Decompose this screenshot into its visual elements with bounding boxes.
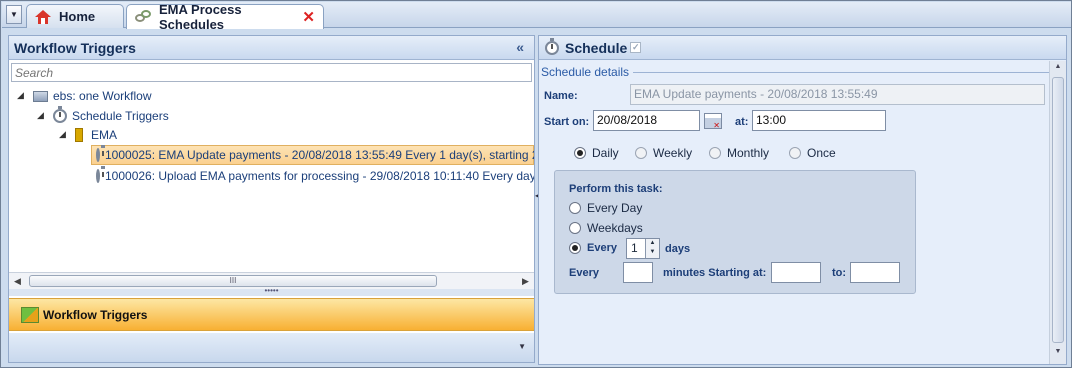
- radio-dot: [569, 202, 581, 214]
- radio-dot: [709, 147, 721, 159]
- scroll-thumb[interactable]: [1052, 77, 1064, 343]
- tree-node-ema[interactable]: EMA: [75, 125, 117, 145]
- tab-home-label: Home: [59, 9, 96, 24]
- close-icon[interactable]: ✕: [302, 8, 315, 26]
- tab-ema-label: EMA Process Schedules: [159, 2, 242, 32]
- tree-node-label: Schedule Triggers: [72, 109, 169, 123]
- start-time-field[interactable]: 13:00: [752, 110, 886, 131]
- radio-label: Daily: [592, 146, 619, 160]
- to-label: to:: [832, 267, 847, 279]
- radio-dot: [569, 242, 581, 254]
- tree-node-schedule-1000025[interactable]: 1000025: EMA Update payments - 20/08/201…: [91, 145, 534, 165]
- panel-splitter[interactable]: •••••: [9, 287, 534, 296]
- folder-icon: [75, 128, 83, 142]
- tree-node-schedule-triggers[interactable]: Schedule Triggers: [53, 106, 169, 126]
- panel-title: Schedule: [565, 39, 628, 56]
- tree-node-label: EMA: [91, 128, 118, 142]
- days-value: 1: [631, 241, 638, 255]
- group-title: Schedule details: [541, 65, 634, 79]
- name-field[interactable]: EMA Update payments - 20/08/2018 13:55:4…: [630, 84, 1045, 105]
- scroll-thumb[interactable]: III: [29, 275, 437, 287]
- checkbox-icon[interactable]: ✓: [630, 42, 642, 53]
- database-icon: [33, 90, 48, 102]
- tree-node-label: 1000026: Upload EMA payments for process…: [105, 169, 534, 183]
- tree-node-schedule-1000026[interactable]: 1000026: Upload EMA payments for process…: [91, 166, 534, 186]
- radio-weekly[interactable]: Weekly: [635, 146, 692, 160]
- app-window: ▼ Home EMA Process Schedules ✕ Workflow …: [0, 0, 1072, 368]
- vertical-scrollbar[interactable]: ▲ ▼: [1049, 61, 1066, 364]
- nav-label: Workflow Triggers: [43, 307, 148, 322]
- to-field[interactable]: [850, 262, 900, 283]
- radio-dot: [569, 222, 581, 234]
- radio-every-day[interactable]: Every Day: [569, 201, 642, 215]
- tab-ema-process-schedules[interactable]: EMA Process Schedules ✕: [126, 2, 324, 32]
- stopwatch-icon: [53, 106, 67, 123]
- scroll-up-icon[interactable]: ▲: [1052, 63, 1064, 75]
- radio-label: Weekdays: [587, 221, 643, 235]
- tree-node-label: 1000025: EMA Update payments - 20/08/201…: [105, 148, 534, 162]
- minutes-field[interactable]: [623, 262, 653, 283]
- tree-node-workflow[interactable]: ebs: one Workflow: [33, 86, 152, 106]
- scroll-down-icon[interactable]: ▼: [1052, 348, 1064, 360]
- tree-node-label: ebs: one Workflow: [53, 89, 152, 103]
- perform-task-box: Perform this task: Every Day Weekdays Ev…: [554, 170, 916, 294]
- panel-header: Schedule ✓: [539, 36, 1066, 60]
- chain-icon: [135, 9, 151, 26]
- radio-dot: [789, 147, 801, 159]
- radio-dot: [635, 147, 647, 159]
- expand-arrow-icon[interactable]: ◢: [37, 110, 44, 121]
- minutes-starting-label: minutes Starting at:: [663, 267, 767, 279]
- calendar-icon[interactable]: [704, 113, 722, 130]
- tab-home[interactable]: Home: [26, 4, 124, 28]
- start-on-label: Start on:: [544, 116, 590, 128]
- tab-list-dropdown[interactable]: ▼: [6, 5, 22, 24]
- stopwatch-icon: [96, 145, 105, 162]
- panel-header: Workflow Triggers «: [9, 36, 534, 60]
- radio-label: Once: [807, 146, 836, 160]
- radio-daily[interactable]: Daily: [574, 146, 619, 160]
- scroll-left-icon[interactable]: ◀: [10, 274, 25, 288]
- perform-task-label: Perform this task:: [569, 183, 663, 195]
- stepper-arrows-icon[interactable]: ▲ ▼: [645, 239, 659, 258]
- workflow-tree: ◢ ebs: one Workflow ◢ Schedule Triggers …: [9, 84, 534, 270]
- expand-arrow-icon[interactable]: ◢: [17, 90, 24, 101]
- collapse-panel-icon[interactable]: «: [516, 39, 524, 55]
- document-tab-strip: ▼ Home EMA Process Schedules ✕: [2, 2, 1071, 32]
- days-label: days: [665, 243, 691, 255]
- workflow-triggers-icon: [21, 306, 39, 323]
- group-divider: [631, 72, 1051, 73]
- radio-label: Weekly: [653, 146, 693, 160]
- search-input[interactable]: [11, 63, 532, 82]
- radio-weekdays[interactable]: Weekdays: [569, 221, 643, 235]
- workflow-triggers-panel: Workflow Triggers « ◢ ebs: one Workflow …: [8, 35, 535, 363]
- radio-label: Every: [587, 242, 617, 254]
- radio-label: Every Day: [587, 201, 643, 215]
- chevron-down-icon[interactable]: ▼: [518, 342, 526, 351]
- name-label: Name:: [544, 90, 578, 102]
- nav-workflow-triggers[interactable]: Workflow Triggers: [9, 298, 534, 331]
- panel-title: Workflow Triggers: [14, 39, 136, 56]
- radio-label: Monthly: [727, 146, 770, 160]
- expand-arrow-icon[interactable]: ◢: [59, 129, 66, 140]
- radio-dot: [574, 147, 586, 159]
- stopwatch-icon: [96, 166, 105, 183]
- radio-once[interactable]: Once: [789, 146, 836, 160]
- nav-pane-footer: ▼: [9, 333, 534, 362]
- home-icon: [35, 9, 51, 24]
- stopwatch-icon: [545, 37, 559, 55]
- starting-at-field[interactable]: [771, 262, 821, 283]
- radio-every-n-days[interactable]: Every: [569, 242, 617, 254]
- every-minutes-label: Every: [569, 267, 599, 279]
- days-stepper[interactable]: 1 ▲ ▼: [626, 238, 660, 259]
- start-date-field[interactable]: 20/08/2018: [593, 110, 700, 131]
- schedule-panel: Schedule ✓ Schedule details Name: EMA Up…: [538, 35, 1067, 365]
- at-label: at:: [735, 116, 749, 128]
- scroll-right-icon[interactable]: ▶: [518, 274, 533, 288]
- radio-monthly[interactable]: Monthly: [709, 146, 769, 160]
